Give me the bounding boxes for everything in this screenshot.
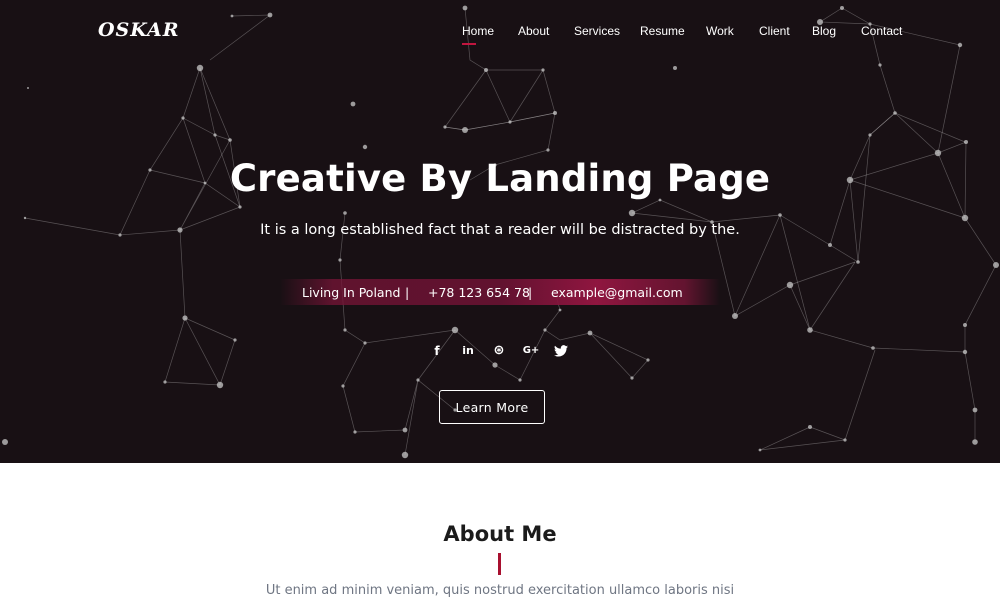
nav-item-label: Services [574, 24, 621, 38]
main-nav: Home About Services Resume Work Client B… [0, 24, 1000, 45]
info-separator: | [405, 285, 410, 300]
section-divider [498, 553, 501, 575]
hero-subtitle: It is a long established fact that a rea… [260, 222, 740, 238]
nav-item-work[interactable]: Work [706, 24, 734, 38]
nav-item-label: Resume [640, 24, 685, 38]
nav-item-label: Home [462, 24, 495, 38]
info-separator: | [528, 285, 533, 300]
nav-item-client[interactable]: Client [759, 24, 790, 38]
learn-more-button[interactable]: Learn More [439, 390, 545, 424]
twitter-icon[interactable] [553, 343, 569, 359]
about-title-rest: Me [514, 522, 557, 546]
about-title-bold: About [443, 522, 515, 546]
nav-item-label: Work [706, 24, 734, 38]
about-title: About Me [0, 522, 1000, 546]
facebook-icon[interactable]: f [429, 343, 445, 359]
active-nav-indicator [462, 43, 476, 45]
nav-item-about[interactable]: About [518, 24, 549, 38]
nav-item-label: Contact [861, 24, 903, 38]
nav-item-services[interactable]: Services [574, 24, 620, 38]
linkedin-icon[interactable]: in [460, 343, 476, 359]
nav-item-blog[interactable]: Blog [812, 24, 836, 38]
email-text[interactable]: example@gmail.com [551, 285, 683, 300]
hero-title: Creative By Landing Page [229, 157, 771, 200]
about-text: Ut enim ad minim veniam, quis nostrud ex… [265, 583, 735, 598]
twitter-bird-glyph [554, 345, 568, 357]
nav-item-home[interactable]: Home [462, 24, 495, 45]
phone-text[interactable]: +78 123 654 78 [428, 285, 530, 300]
nav-item-resume[interactable]: Resume [640, 24, 685, 38]
google-plus-icon[interactable]: G+ [521, 343, 541, 359]
hero-section: OSKAR Home About Services Resume Work Cl… [0, 0, 1000, 463]
location-text: Living In Poland [302, 285, 401, 300]
nav-item-label: Client [759, 24, 790, 38]
nav-item-contact[interactable]: Contact [861, 24, 902, 38]
dribbble-icon[interactable]: ⊛ [491, 343, 507, 359]
nav-item-label: Blog [812, 24, 837, 38]
nav-item-label: About [518, 24, 550, 38]
